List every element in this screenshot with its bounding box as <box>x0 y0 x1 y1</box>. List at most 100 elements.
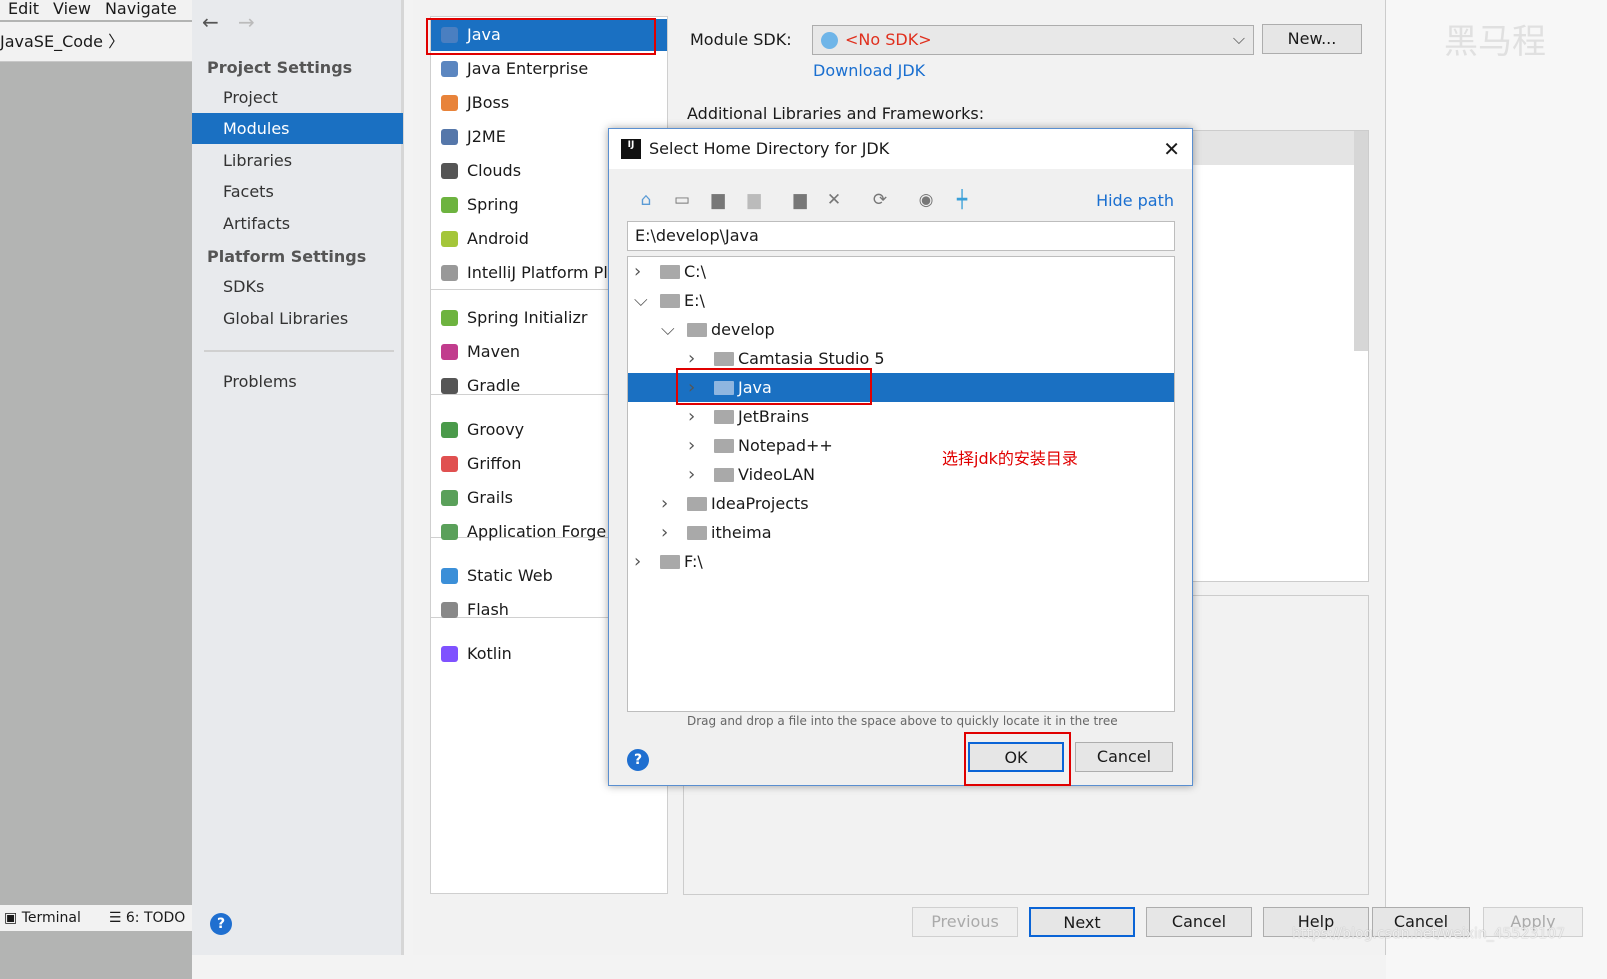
module-type-icon <box>441 310 458 326</box>
watermark: https://blog.csdn.net/weixin_45523107 <box>1292 926 1566 942</box>
module-folder-icon[interactable]: ▆ <box>743 189 765 211</box>
sidebar-item-facets[interactable]: Facets <box>192 176 403 207</box>
module-type-label: Gradle <box>467 376 521 395</box>
tree-node-label: JetBrains <box>738 407 810 426</box>
section-project-settings: Project Settings <box>207 58 353 77</box>
project-structure-sidebar: ← → Project Settings Project Modules Lib… <box>192 0 404 955</box>
chevron-right-icon[interactable]: › <box>688 402 702 431</box>
menu-view[interactable]: View <box>53 0 91 20</box>
directory-tree: › C:\ ⌵ E:\ ⌵ develop › Camtasia Studio 5 › Java ›… <box>627 256 1175 712</box>
path-input[interactable]: E:\develop\Java <box>627 221 1175 251</box>
module-type-label: Application Forge <box>467 522 607 541</box>
chevron-right-icon[interactable]: › <box>688 460 702 489</box>
breadcrumb-item[interactable]: JavaSE_Code <box>0 32 103 51</box>
chevron-right-icon[interactable]: › <box>661 518 675 547</box>
chevron-down-icon: ⌵ <box>1232 29 1245 48</box>
folder-icon <box>660 294 680 308</box>
todo-tab[interactable]: ☰ 6: TODO <box>109 910 185 926</box>
help-icon[interactable]: ? <box>627 749 649 771</box>
module-type-label: J2ME <box>467 127 506 146</box>
help-icon[interactable]: ? <box>210 913 232 935</box>
module-type-jboss[interactable]: JBoss <box>431 87 667 119</box>
tree-node-label: E:\ <box>684 291 705 310</box>
cancel-button[interactable]: Cancel <box>1146 907 1252 937</box>
menu-edit[interactable]: Edit <box>8 0 39 20</box>
refresh-icon[interactable]: ⟳ <box>869 189 891 211</box>
project-folder-icon[interactable]: ▆ <box>707 189 729 211</box>
sidebar-item-sdks[interactable]: SDKs <box>192 271 403 302</box>
tree-node[interactable]: › F:\ <box>628 547 1174 576</box>
chevron-right-icon[interactable]: › <box>688 431 702 460</box>
scrollbar[interactable] <box>1354 131 1368 351</box>
tree-node-label: IdeaProjects <box>711 494 809 513</box>
back-arrow-icon[interactable]: ← <box>202 10 219 34</box>
hide-path-link[interactable]: Hide path <box>1096 191 1174 210</box>
new-folder-icon[interactable]: ▆ <box>789 189 811 211</box>
module-type-label: Kotlin <box>467 644 512 663</box>
chevron-down-icon[interactable]: ⌵ <box>661 315 675 344</box>
module-type-icon <box>441 568 458 584</box>
ide-background <box>0 0 192 979</box>
delete-icon[interactable]: ✕ <box>823 189 845 211</box>
dialog-title: Select Home Directory for JDK <box>649 139 890 158</box>
highlight-java-folder <box>676 368 872 405</box>
module-sdk-select[interactable]: <No SDK> ⌵ <box>812 25 1254 55</box>
close-icon[interactable]: ✕ <box>1163 129 1180 169</box>
module-type-label: Android <box>467 229 529 248</box>
module-type-label: Static Web <box>467 566 553 585</box>
module-type-icon <box>441 378 458 394</box>
annotation-text: 选择jdk的安装目录 <box>942 449 1078 468</box>
chevron-down-icon[interactable]: ⌵ <box>634 286 648 315</box>
module-type-label: Groovy <box>467 420 525 439</box>
show-hidden-icon[interactable]: ◉ <box>915 189 937 211</box>
module-type-icon <box>441 95 458 111</box>
tree-node[interactable]: › itheima <box>628 518 1174 547</box>
terminal-label: Terminal <box>21 910 81 926</box>
module-type-icon <box>441 646 458 662</box>
sidebar-item-problems[interactable]: Problems <box>192 366 403 397</box>
chevron-right-icon[interactable]: › <box>634 257 648 286</box>
sidebar-item-project[interactable]: Project <box>192 82 403 113</box>
download-jdk-link[interactable]: Download JDK <box>813 61 925 80</box>
module-type-icon <box>441 524 458 540</box>
folder-icon <box>687 497 707 511</box>
module-type-icon <box>441 602 458 618</box>
next-button[interactable]: Next <box>1029 907 1135 937</box>
menu-navigate[interactable]: Navigate <box>105 0 177 20</box>
forward-arrow-icon[interactable]: → <box>238 10 255 34</box>
chevron-right-icon[interactable]: › <box>661 489 675 518</box>
tree-node-label: Notepad++ <box>738 436 833 455</box>
module-type-icon <box>441 456 458 472</box>
breadcrumb[interactable]: JavaSE_Code 〉 <box>0 22 192 62</box>
sidebar-item-libraries[interactable]: Libraries <box>192 145 403 176</box>
new-sdk-button[interactable]: New... <box>1262 24 1362 54</box>
tree-node[interactable]: › VideoLAN <box>628 460 1174 489</box>
divider <box>204 350 394 352</box>
tool-window-bar: ▣ Terminal ☰ 6: TODO <box>0 905 192 931</box>
previous-button[interactable]: Previous <box>912 907 1018 937</box>
tree-node[interactable]: › IdeaProjects <box>628 489 1174 518</box>
folder-icon <box>714 439 734 453</box>
jdk-icon[interactable]: ┿ <box>951 189 973 211</box>
folder-icon <box>714 468 734 482</box>
terminal-tab[interactable]: ▣ Terminal <box>4 910 81 926</box>
tree-node[interactable]: › Notepad++ <box>628 431 1174 460</box>
tree-node[interactable]: › JetBrains <box>628 402 1174 431</box>
module-type-java-enterprise[interactable]: Java Enterprise <box>431 53 667 85</box>
todo-label: 6: TODO <box>125 910 186 926</box>
sidebar-item-modules[interactable]: Modules <box>192 113 403 144</box>
folder-icon <box>687 526 707 540</box>
sidebar-item-global-libraries[interactable]: Global Libraries <box>192 303 403 334</box>
home-icon[interactable]: ⌂ <box>635 189 657 211</box>
tree-node[interactable]: ⌵ develop <box>628 315 1174 344</box>
sidebar-item-artifacts[interactable]: Artifacts <box>192 208 403 239</box>
dialog-titlebar: IJ Select Home Directory for JDK ✕ <box>609 129 1192 169</box>
tree-node[interactable]: ⌵ E:\ <box>628 286 1174 315</box>
dialog-cancel-button[interactable]: Cancel <box>1075 742 1173 772</box>
chevron-right-icon[interactable]: › <box>634 547 648 576</box>
sdk-value: <No SDK> <box>845 30 932 49</box>
tree-node[interactable]: › C:\ <box>628 257 1174 286</box>
desktop-icon[interactable]: ▭ <box>671 189 693 211</box>
folder-icon <box>660 265 680 279</box>
module-type-icon <box>441 422 458 438</box>
